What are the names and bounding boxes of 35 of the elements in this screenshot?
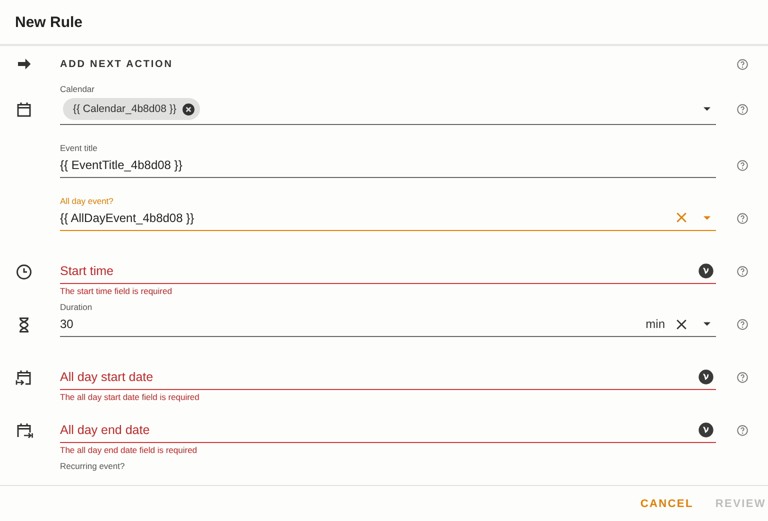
arrow-icon xyxy=(16,56,32,72)
dialog-title: New Rule xyxy=(15,14,83,30)
field-label: Event title xyxy=(60,143,98,153)
calendar-icon xyxy=(15,100,33,118)
field-label: Duration xyxy=(60,302,92,312)
calendar-arrow-icon xyxy=(15,368,33,386)
error-message: The all day start date field is required xyxy=(60,392,200,402)
calendar-arrow-icon xyxy=(15,422,33,440)
variable-icon[interactable] xyxy=(698,262,714,279)
input-field[interactable]: All day start date xyxy=(60,365,716,390)
variable-icon[interactable] xyxy=(698,422,714,438)
input-field[interactable]: Start time xyxy=(60,259,716,284)
help-icon[interactable] xyxy=(736,58,748,70)
help-icon[interactable] xyxy=(736,318,748,331)
input-field[interactable]: {{ EventTitle_4b8d08 }} xyxy=(60,153,716,178)
variable-icon[interactable] xyxy=(698,368,714,385)
input-field[interactable]: 30 min xyxy=(60,312,716,337)
clock-icon xyxy=(15,262,33,280)
help-icon[interactable] xyxy=(736,371,748,384)
help-icon[interactable] xyxy=(736,103,748,116)
unit-label: min xyxy=(646,317,665,331)
error-message: The start time field is required xyxy=(60,286,172,296)
input-field[interactable]: All day end date xyxy=(60,418,716,442)
field-label: Calendar xyxy=(60,84,94,94)
select-field[interactable]: {{ Calendar_4b8d08 }} xyxy=(60,94,716,125)
section-title: ADD NEXT ACTION xyxy=(60,58,174,70)
field-label: Recurring event? xyxy=(60,461,125,471)
calendar-chip[interactable]: {{ Calendar_4b8d08 }} xyxy=(63,98,200,120)
help-icon[interactable] xyxy=(736,212,748,225)
field-label: All day event? xyxy=(60,196,114,206)
help-icon[interactable] xyxy=(736,159,748,172)
help-icon[interactable] xyxy=(736,265,748,278)
remove-icon[interactable] xyxy=(182,102,196,116)
help-icon[interactable] xyxy=(736,424,748,437)
error-message: The all day end date field is required xyxy=(60,444,198,454)
